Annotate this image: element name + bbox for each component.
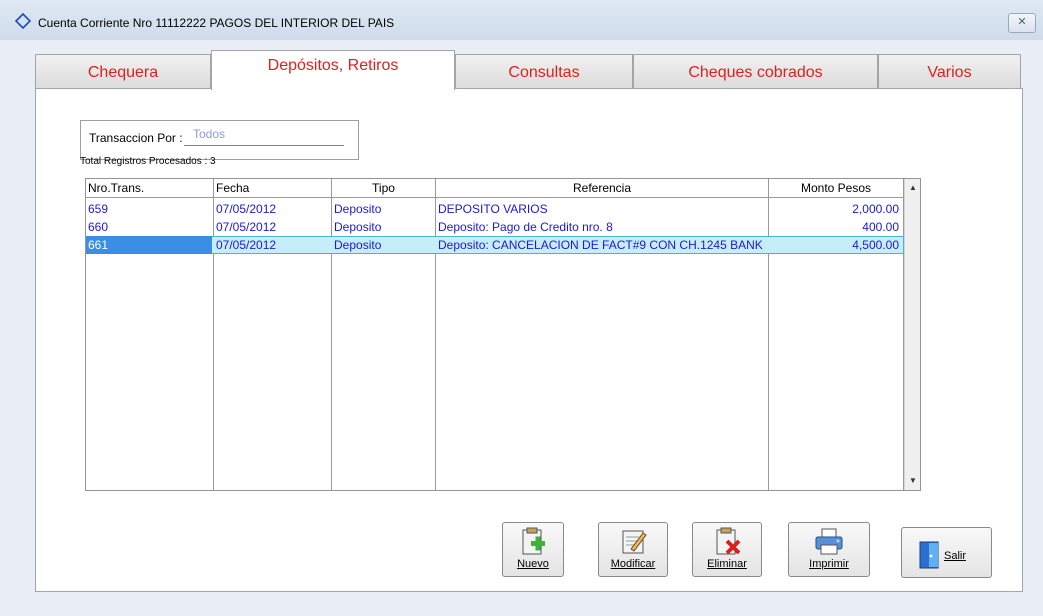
cell-tipo: Deposito xyxy=(334,220,382,234)
filter-box: Transaccion Por : Todos xyxy=(80,120,359,160)
cell-nro: 660 xyxy=(88,220,109,234)
column-header-referencia[interactable]: Referencia xyxy=(436,179,768,197)
nuevo-label: Nuevo xyxy=(517,558,549,570)
salir-button[interactable]: Salir xyxy=(901,527,992,578)
cell-fecha: 07/05/2012 xyxy=(216,220,277,234)
cell-tipo: Deposito xyxy=(334,238,382,252)
column-header-monto[interactable]: Monto Pesos xyxy=(769,179,903,197)
app-icon xyxy=(14,12,32,30)
table-row[interactable]: 659 07/05/2012 Deposito DEPOSITO VARIOS … xyxy=(86,200,904,218)
tab-label: Varios xyxy=(927,64,972,81)
cell-monto: 4,500.00 xyxy=(852,238,899,252)
tab-label: Depósitos, Retiros xyxy=(267,57,399,74)
table-row[interactable]: 660 07/05/2012 Deposito Deposito: Pago d… xyxy=(86,218,904,236)
cell-monto: 2,000.00 xyxy=(852,202,899,216)
filter-label: Transaccion Por : xyxy=(89,131,183,145)
app-window: Cuenta Corriente Nro 11112222 PAGOS DEL … xyxy=(0,0,1043,616)
new-document-icon xyxy=(522,527,545,555)
eliminar-label: Eliminar xyxy=(707,558,747,570)
delete-document-icon xyxy=(716,527,741,555)
tab-varios[interactable]: Varios xyxy=(878,54,1021,88)
printer-icon xyxy=(815,528,843,555)
exit-door-icon xyxy=(919,541,939,569)
tab-label: Chequera xyxy=(87,64,159,81)
vertical-scrollbar[interactable]: ▲ ▼ xyxy=(904,179,920,490)
transactions-grid[interactable]: Nro.Trans. Fecha Tipo Referencia Monto P… xyxy=(85,178,921,491)
filter-underline xyxy=(184,145,344,146)
nuevo-button[interactable]: Nuevo xyxy=(502,522,564,577)
cell-referencia: Deposito: Pago de Credito nro. 8 xyxy=(438,220,613,234)
modificar-button[interactable]: Modificar xyxy=(598,522,668,577)
column-header-fecha[interactable]: Fecha xyxy=(216,179,330,197)
tab-cheques-cobrados[interactable]: Cheques cobrados xyxy=(633,54,878,88)
tab-label: Consultas xyxy=(508,64,580,81)
cell-nro: 661 xyxy=(86,236,212,254)
tab-chequera[interactable]: Chequera xyxy=(35,54,211,88)
eliminar-button[interactable]: Eliminar xyxy=(692,522,762,577)
column-header-tipo[interactable]: Tipo xyxy=(332,179,435,197)
total-records-label: Total Registros Procesados : 3 xyxy=(80,156,216,167)
cell-tipo: Deposito xyxy=(334,202,382,216)
scroll-down-icon[interactable]: ▼ xyxy=(905,473,920,489)
tab-consultas[interactable]: Consultas xyxy=(455,54,633,88)
tab-depositos-retiros[interactable]: Depósitos, Retiros xyxy=(211,50,455,90)
tab-label: Cheques cobrados xyxy=(688,64,823,81)
cell-referencia: DEPOSITO VARIOS xyxy=(438,202,548,216)
cell-monto: 400.00 xyxy=(862,220,899,234)
modificar-label: Modificar xyxy=(610,558,656,570)
edit-document-icon xyxy=(622,530,647,554)
cell-fecha: 07/05/2012 xyxy=(216,202,277,216)
close-button[interactable]: ✕ xyxy=(1008,13,1036,33)
cell-nro: 659 xyxy=(88,202,109,216)
imprimir-label: Imprimir xyxy=(809,558,849,570)
salir-label: Salir xyxy=(944,550,967,562)
cell-fecha: 07/05/2012 xyxy=(216,238,277,252)
window-title: Cuenta Corriente Nro 11112222 PAGOS DEL … xyxy=(38,16,395,30)
cell-referencia: Deposito: CANCELACION DE FACT#9 CON CH.1… xyxy=(438,238,763,252)
imprimir-button[interactable]: Imprimir xyxy=(788,522,870,577)
column-header-nro[interactable]: Nro.Trans. xyxy=(88,179,212,197)
title-bar: Cuenta Corriente Nro 11112222 PAGOS DEL … xyxy=(0,0,1043,40)
filter-dropdown[interactable]: Todos xyxy=(193,127,225,141)
close-icon: ✕ xyxy=(1017,16,1027,28)
scroll-up-icon[interactable]: ▲ xyxy=(905,180,920,196)
header-divider xyxy=(86,197,904,198)
table-row-selected[interactable]: 661 07/05/2012 Deposito Deposito: CANCEL… xyxy=(86,236,904,254)
